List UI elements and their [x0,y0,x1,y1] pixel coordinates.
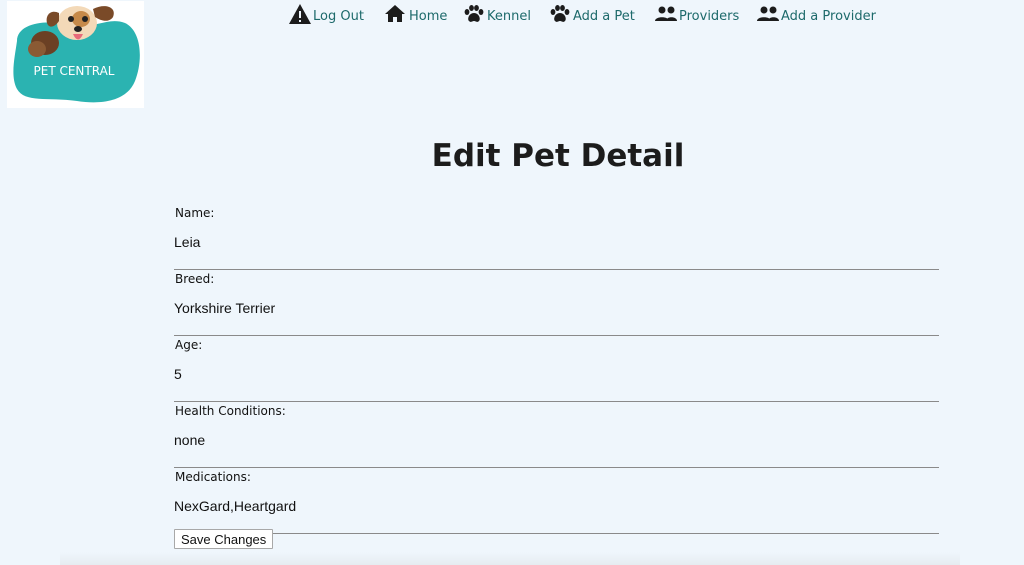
nav-home-label: Home [409,9,448,24]
medications-label: Medications: [175,470,251,484]
paw-icon [548,3,572,25]
nav-add-a-pet-label: Add a Pet [573,9,635,24]
paw-icon [462,3,486,25]
health-conditions-label: Health Conditions: [175,404,286,418]
nav-log-out[interactable]: Log Out [288,3,364,25]
nav-providers[interactable]: Providers [654,3,739,25]
medications-input[interactable] [174,495,939,517]
nav-add-a-provider-label: Add a Provider [781,9,876,24]
age-field-group: Age: [174,336,939,402]
people-icon [654,3,678,25]
page-title: Edit Pet Detail [431,138,685,174]
nav-home[interactable]: Home [384,3,447,25]
age-input[interactable] [174,363,939,385]
breed-field-group: Breed: [174,270,939,336]
nav-add-a-provider[interactable]: Add a Provider [756,3,876,25]
breed-label: Breed: [175,272,215,286]
save-changes-button[interactable]: Save Changes [174,529,274,549]
medications-field-group: Medications: [174,468,939,534]
nav-kennel[interactable]: Kennel [462,3,531,25]
top-navigation: Log Out Home Kennel Add a Pet Providers … [0,0,1024,40]
nav-add-a-pet[interactable]: Add a Pet [548,3,635,25]
edit-pet-form: Name: Breed: Age: Health Conditions: Med… [174,204,939,534]
health-conditions-field-group: Health Conditions: [174,402,939,468]
health-conditions-input[interactable] [174,429,939,451]
name-input[interactable] [174,231,939,253]
nav-kennel-label: Kennel [487,9,531,24]
age-label: Age: [175,338,203,352]
name-field-group: Name: [174,204,939,270]
nav-log-out-label: Log Out [313,9,364,24]
home-icon [384,3,408,25]
nav-providers-label: Providers [679,9,740,24]
logo-text: PET CENTRAL [34,64,115,78]
breed-input[interactable] [174,297,939,319]
content-shadow [60,552,960,565]
warning-icon [288,3,312,25]
name-label: Name: [175,206,215,220]
people-icon [756,3,780,25]
